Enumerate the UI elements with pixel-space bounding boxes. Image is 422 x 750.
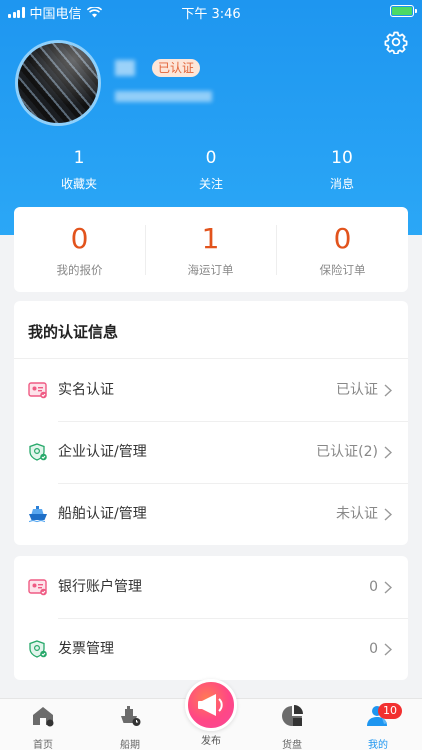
- order-label: 海运订单: [187, 263, 234, 277]
- order-insurance[interactable]: 0 保险订单: [277, 207, 408, 292]
- row-label: 企业认证/管理: [58, 444, 147, 460]
- chevron-right-icon: [384, 446, 392, 459]
- username-blurred: [115, 60, 135, 76]
- home-icon: [33, 707, 54, 727]
- id-card-icon: [28, 579, 47, 596]
- stat-value: 0: [205, 148, 217, 168]
- row-count: 0: [369, 641, 378, 657]
- pallet-icon: [282, 705, 303, 726]
- tab-home[interactable]: 首页: [13, 705, 73, 750]
- order-label: 我的报价: [56, 263, 103, 277]
- stat-label: 关注: [198, 177, 223, 191]
- order-count: 1: [201, 222, 220, 255]
- order-label: 保险订单: [319, 263, 366, 277]
- chevron-right-icon: [384, 384, 392, 397]
- row-status: 已认证: [336, 382, 378, 398]
- publish-button[interactable]: [185, 679, 237, 731]
- row-real-name[interactable]: 实名认证 已认证: [14, 359, 408, 421]
- shield-check-icon: [29, 443, 47, 461]
- stat-label: 消息: [329, 177, 354, 191]
- order-shipping[interactable]: 1 海运订单: [145, 207, 276, 292]
- accounts-card: 银行账户管理 0 发票管理 0: [14, 556, 408, 680]
- tab-label: 货盘: [282, 740, 302, 750]
- tab-label: 首页: [33, 740, 53, 750]
- row-label: 发票管理: [58, 641, 114, 657]
- row-count: 0: [369, 579, 378, 595]
- stat-label: 收藏夹: [60, 177, 97, 191]
- tab-pallet[interactable]: 货盘: [262, 705, 322, 750]
- chevron-right-icon: [384, 643, 392, 656]
- tab-schedule[interactable]: 船期: [100, 705, 160, 750]
- row-invoices[interactable]: 发票管理 0: [14, 618, 408, 680]
- stat-value: 1: [73, 148, 85, 168]
- verified-badge: 已认证: [152, 59, 201, 77]
- shield-check-icon: [29, 640, 47, 658]
- row-label: 船舶认证/管理: [58, 506, 147, 522]
- status-bar: 中国电信 下午 3:46: [0, 0, 422, 22]
- ship-icon: [28, 506, 47, 523]
- phone-blurred: [115, 91, 212, 102]
- row-bank-accounts[interactable]: 银行账户管理 0: [14, 556, 408, 618]
- stat-following[interactable]: 0 关注: [166, 148, 256, 191]
- schedule-icon: [121, 706, 141, 726]
- certification-card: 我的认证信息 实名认证 已认证 企业认证/管理 已认证(2) 船舶认证/管理 未…: [14, 301, 408, 545]
- battery-icon: [390, 5, 417, 17]
- row-label: 实名认证: [58, 382, 114, 398]
- stat-messages[interactable]: 10 消息: [297, 148, 387, 191]
- tab-label: 船期: [120, 740, 140, 750]
- section-title: 我的认证信息: [28, 323, 119, 341]
- stat-value: 10: [331, 148, 353, 168]
- status-time: 下午 3:46: [181, 7, 241, 22]
- chevron-right-icon: [384, 581, 392, 594]
- row-status: 已认证(2): [316, 444, 378, 460]
- notification-badge: 10: [378, 703, 402, 719]
- megaphone-icon: [198, 694, 223, 716]
- row-enterprise[interactable]: 企业认证/管理 已认证(2): [14, 421, 408, 483]
- order-count: 0: [333, 222, 352, 255]
- tab-label: 我的: [368, 740, 388, 750]
- order-my-quotes[interactable]: 0 我的报价: [14, 207, 145, 292]
- stat-favorites[interactable]: 1 收藏夹: [34, 148, 124, 191]
- tab-label-publish[interactable]: 发布: [185, 732, 237, 747]
- avatar[interactable]: [15, 40, 101, 126]
- id-card-icon: [28, 382, 47, 399]
- row-status: 未认证: [336, 506, 378, 522]
- order-count: 0: [70, 222, 89, 255]
- gear-icon[interactable]: [384, 30, 408, 54]
- row-label: 银行账户管理: [58, 579, 142, 595]
- row-vessel[interactable]: 船舶认证/管理 未认证: [14, 483, 408, 545]
- orders-card: 0 我的报价 1 海运订单 0 保险订单: [14, 207, 408, 292]
- chevron-right-icon: [384, 508, 392, 521]
